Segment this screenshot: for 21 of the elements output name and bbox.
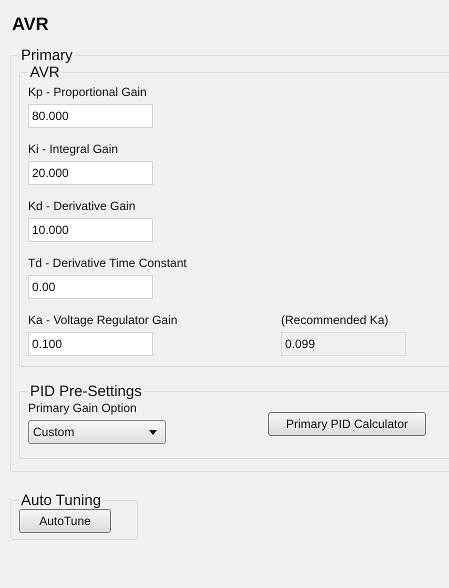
calculator-button[interactable]: Primary PID Calculator [268,412,426,436]
group-title: PID Pre-Settings [29,383,143,400]
page-title: AVR [12,14,50,35]
field-label: (Recommended Ka) [281,312,390,328]
field-label: Kd - Derivative Gain [28,198,136,214]
input-field[interactable]: 80.000 [28,104,153,128]
dropdown[interactable]: Custom [28,420,166,444]
group-title: Primary [20,47,74,64]
field-label: Td - Derivative Time Constant [28,255,188,271]
field-label: Kp - Proportional Gain [28,84,148,100]
input-field[interactable]: 20.000 [28,161,153,185]
field-label: Ki - Integral Gain [28,141,120,157]
input-field[interactable]: 0.100 [28,332,153,356]
autotune-button[interactable]: AutoTune [19,509,111,533]
input-field[interactable]: 0.00 [28,275,153,299]
group-title: Auto Tuning [20,492,102,509]
field-label: Ka - Voltage Regulator Gain [28,312,178,328]
caret-icon [149,430,157,434]
group-title: AVR [29,64,61,81]
input-field[interactable]: 10.000 [28,218,153,242]
field-label: Primary Gain Option [28,400,138,416]
